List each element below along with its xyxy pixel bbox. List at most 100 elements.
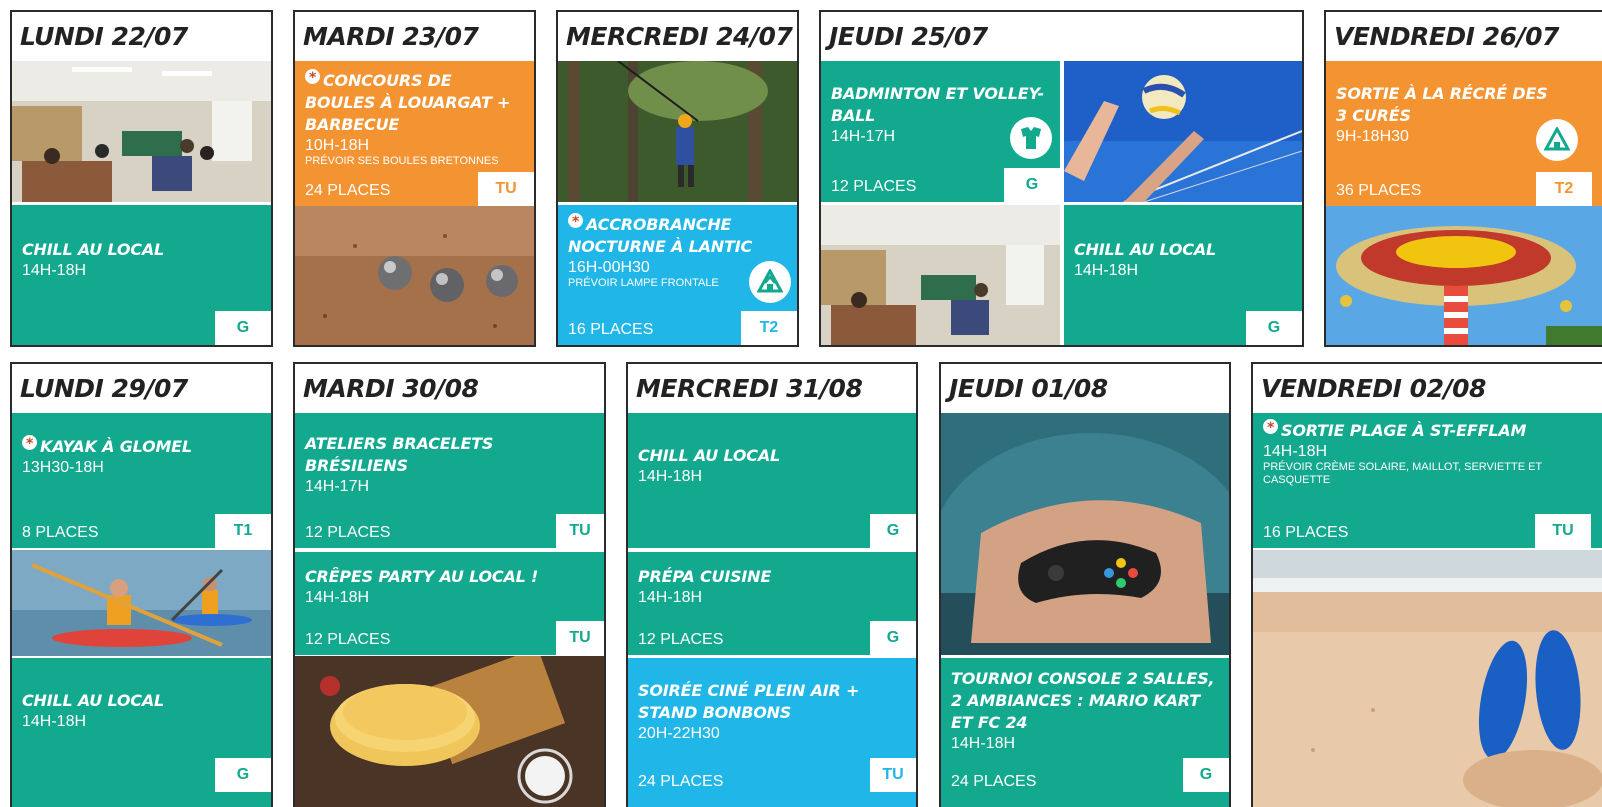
places-count: 12 PLACES <box>638 631 724 648</box>
price-tag: TU <box>478 172 534 206</box>
day-card-fri-02: VENDREDI 02/08 * SORTIE PLAGE À ST-EFFLAM… <box>1251 362 1602 807</box>
day-card-thu-25: JEUDI 25/07 BADMINTON ET VOLLEY-BALL 14H… <box>819 10 1304 347</box>
activity-chill[interactable]: CHILL AU LOCAL 14H-18H G <box>12 205 271 345</box>
swing-ride-photo <box>1326 206 1602 345</box>
places-count: 12 PLACES <box>831 178 917 195</box>
places-count: 24 PLACES <box>305 182 391 199</box>
activity-bracelets[interactable]: ATELIERS BRACELETS BRÉSILIENS 14H-17H 12… <box>295 413 604 548</box>
activity-title: CHILL AU LOCAL <box>22 691 165 710</box>
activity-recre[interactable]: SORTIE À LA RÉCRÉ DES 3 CURÉS 9H-18H30 3… <box>1326 61 1602 206</box>
activity-title: CHILL AU LOCAL <box>22 240 165 259</box>
activity-time: 10H-18H <box>305 137 370 154</box>
activity-title: CRÊPES PARTY AU LOCAL ! <box>305 567 539 586</box>
price-tag: TU <box>556 621 604 655</box>
activity-title: TOURNOI CONSOLE 2 SALLES, 2 AMBIANCES : … <box>951 669 1215 732</box>
day-card-tue-30: MARDI 30/08 ATELIERS BRACELETS BRÉSILIEN… <box>293 362 606 807</box>
activity-title: * SORTIE PLAGE À ST-EFFLAM <box>1263 419 1572 442</box>
game-controller-photo <box>941 413 1229 655</box>
activity-boules[interactable]: * CONCOURS DE BOULES À LOUARGAT + BARBECU… <box>295 61 534 206</box>
activity-title: ATELIERS BRACELETS BRÉSILIENS <box>305 434 494 475</box>
activity-chill[interactable]: CHILL AU LOCAL 14H-18H G <box>12 658 271 807</box>
price-tag: G <box>870 621 916 655</box>
kayak-photo <box>12 550 271 656</box>
asterisk-icon: * <box>22 435 37 452</box>
crepes-photo <box>295 656 604 807</box>
day-card-tue-23: MARDI 23/07 * CONCOURS DE BOULES À LOUARG… <box>293 10 536 347</box>
places-count: 16 PLACES <box>1263 524 1349 541</box>
price-tag: TU <box>870 758 916 792</box>
activity-prepa-cuisine[interactable]: PRÉPA CUISINE 14H-18H 12 PLACES G <box>628 552 916 655</box>
day-title: JEUDI 25/07 <box>829 22 988 51</box>
day-card-mon-22: LUNDI 22/07 CHILL AU LOCAL 14H-18H G <box>10 10 273 347</box>
activity-time: 20H-22H30 <box>638 725 720 742</box>
day-card-wed-24: MERCREDI 24/07 * ACCROBRANCHE NOCTURNE À … <box>556 10 799 347</box>
day-title: LUNDI 29/07 <box>20 374 188 403</box>
day-card-thu-01: JEUDI 01/08 TOURNOI CONSOLE 2 SALLES, 2 … <box>939 362 1231 807</box>
activity-time: 13H30-18H <box>22 459 104 476</box>
price-tag: T2 <box>741 311 797 345</box>
activity-time: 14H-18H <box>1074 262 1139 279</box>
day-title: MERCREDI 24/07 <box>566 22 793 51</box>
youth-room-photo <box>821 205 1060 345</box>
price-tag: G <box>870 514 916 548</box>
activity-time: 14H-18H <box>638 468 703 485</box>
day-card-mon-29: LUNDI 29/07 * KAYAK À GLOMEL 13H30-18H 8 … <box>10 362 273 807</box>
price-tag: T1 <box>215 514 271 548</box>
day-title: MARDI 23/07 <box>303 22 479 51</box>
activity-title: SOIRÉE CINÉ PLEIN AIR + STAND BONBONS <box>638 681 860 722</box>
places-count: 8 PLACES <box>22 524 99 541</box>
activity-accrobranche[interactable]: * ACCROBRANCHE NOCTURNE À LANTIC 16H-00H3… <box>558 205 797 345</box>
activity-note: PRÉVOIR CRÈME SOLAIRE, MAILLOT, SERVIETT… <box>1263 461 1542 486</box>
activity-title: SORTIE À LA RÉCRÉ DES 3 CURÉS <box>1336 84 1548 125</box>
places-count: 36 PLACES <box>1336 182 1422 199</box>
price-tag: G <box>1004 168 1060 202</box>
activity-title: * CONCOURS DE BOULES À LOUARGAT + BARBECU… <box>305 69 511 134</box>
activity-time: 14H-17H <box>305 478 370 495</box>
activity-time: 14H-18H <box>22 713 87 730</box>
activity-plage[interactable]: * SORTIE PLAGE À ST-EFFLAM 14H-18H PRÉVOI… <box>1253 413 1602 548</box>
places-count: 12 PLACES <box>305 631 391 648</box>
day-title: LUNDI 22/07 <box>20 22 188 51</box>
activity-time: 14H-18H <box>305 589 370 606</box>
youth-room-photo <box>12 61 271 202</box>
activity-time: 14H-18H <box>1263 443 1328 460</box>
activity-title: * ACCROBRANCHE NOCTURNE À LANTIC <box>568 213 752 256</box>
activity-time: 14H-18H <box>22 262 87 279</box>
activity-time: 14H-18H <box>638 589 703 606</box>
activity-kayak[interactable]: * KAYAK À GLOMEL 13H30-18H 8 PLACES T1 <box>12 413 271 548</box>
asterisk-icon: * <box>568 213 583 230</box>
price-tag: G <box>215 758 271 792</box>
places-count: 16 PLACES <box>568 321 654 338</box>
activity-chill[interactable]: CHILL AU LOCAL 14H-18H G <box>628 413 916 548</box>
day-title: VENDREDI 26/07 <box>1334 22 1559 51</box>
price-tag: G <box>1246 311 1302 345</box>
day-card-wed-31: MERCREDI 31/08 CHILL AU LOCAL 14H-18H G … <box>626 362 918 807</box>
activity-title: PRÉPA CUISINE <box>638 567 772 586</box>
activity-badminton[interactable]: BADMINTON ET VOLLEY-BALL 14H-17H 12 PLAC… <box>821 61 1060 202</box>
day-title: MARDI 30/08 <box>303 374 479 403</box>
activity-chill[interactable]: CHILL AU LOCAL 14H-18H G <box>1064 205 1302 345</box>
outing-icon <box>749 261 791 303</box>
activity-title: CHILL AU LOCAL <box>638 446 781 465</box>
price-tag: TU <box>556 514 604 548</box>
price-tag: G <box>1183 758 1229 792</box>
outing-icon <box>1536 119 1578 161</box>
asterisk-icon: * <box>1263 419 1278 436</box>
price-tag: G <box>215 311 271 345</box>
places-count: 24 PLACES <box>638 773 724 790</box>
price-tag: T2 <box>1536 172 1592 206</box>
activity-tournoi-console[interactable]: TOURNOI CONSOLE 2 SALLES, 2 AMBIANCES : … <box>941 658 1229 807</box>
activity-title: CHILL AU LOCAL <box>1074 240 1217 259</box>
day-title: VENDREDI 02/08 <box>1261 374 1486 403</box>
petanque-balls-photo <box>295 206 534 345</box>
sport-outfit-icon <box>1010 117 1052 159</box>
volleyball-photo <box>1064 61 1302 202</box>
asterisk-icon: * <box>305 69 320 86</box>
beach-flip-flops-photo <box>1253 550 1602 807</box>
activity-cine-plein-air[interactable]: SOIRÉE CINÉ PLEIN AIR + STAND BONBONS 20… <box>628 658 916 807</box>
activity-crepes[interactable]: CRÊPES PARTY AU LOCAL ! 14H-18H 12 PLACE… <box>295 552 604 655</box>
treetop-zipline-photo <box>558 61 797 202</box>
places-count: 24 PLACES <box>951 773 1037 790</box>
activity-time: 14H-18H <box>951 735 1016 752</box>
day-card-fri-26: VENDREDI 26/07 SORTIE À LA RÉCRÉ DES 3 C… <box>1324 10 1602 347</box>
